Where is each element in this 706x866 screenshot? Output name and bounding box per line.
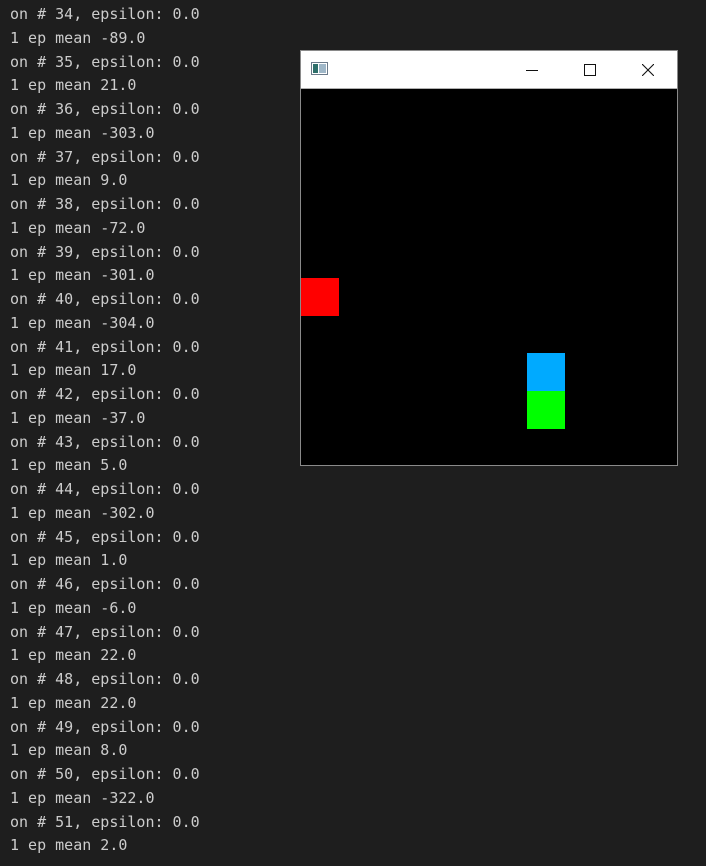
terminal-line: 1 ep mean -303.0 (10, 123, 155, 142)
terminal-line: on # 45, epsilon: 0.0 (10, 527, 200, 546)
minimize-icon (526, 69, 538, 71)
terminal-line: 1 ep mean 22.0 (10, 646, 137, 665)
terminal-line: 1 ep mean -302.0 (10, 503, 155, 522)
close-button[interactable] (619, 51, 677, 88)
terminal-line: 1 ep mean 5.0 (10, 456, 128, 475)
terminal-line: 1 ep mean -301.0 (10, 266, 155, 285)
terminal-line: 1 ep mean 17.0 (10, 361, 137, 380)
window-titlebar[interactable] (301, 51, 677, 89)
maximize-button[interactable] (561, 51, 619, 88)
terminal-line: on # 39, epsilon: 0.0 (10, 242, 200, 261)
minimize-button[interactable] (503, 51, 561, 88)
terminal-line: on # 41, epsilon: 0.0 (10, 337, 200, 356)
terminal-line: on # 46, epsilon: 0.0 (10, 575, 200, 593)
game-canvas[interactable] (301, 89, 677, 465)
terminal-line: 1 ep mean 8.0 (10, 741, 128, 760)
food-block (527, 391, 565, 429)
terminal-line: on # 49, epsilon: 0.0 (10, 717, 200, 736)
terminal-line: on # 34, epsilon: 0.0 (10, 5, 200, 23)
terminal-line: 1 ep mean -322.0 (10, 788, 155, 807)
terminal-line: 1 ep mean 21.0 (10, 76, 137, 95)
terminal-line: on # 35, epsilon: 0.0 (10, 52, 200, 71)
terminal-line: on # 42, epsilon: 0.0 (10, 385, 200, 403)
terminal-line: 1 ep mean 1.0 (10, 551, 128, 570)
terminal-line: on # 50, epsilon: 0.0 (10, 765, 200, 783)
terminal-line: 1 ep mean -6.0 (10, 598, 137, 617)
terminal-line: on # 40, epsilon: 0.0 (10, 290, 200, 308)
terminal-line: on # 51, epsilon: 0.0 (10, 812, 200, 831)
terminal-line: 1 ep mean -89.0 (10, 28, 146, 47)
terminal-line: on # 47, epsilon: 0.0 (10, 622, 200, 641)
terminal-line: on # 48, epsilon: 0.0 (10, 670, 200, 688)
terminal-line: on # 36, epsilon: 0.0 (10, 100, 200, 118)
terminal-line: 1 ep mean -304.0 (10, 313, 155, 332)
terminal-line: 1 ep mean -37.0 (10, 408, 146, 427)
terminal-line: on # 44, epsilon: 0.0 (10, 480, 200, 498)
terminal-line: 1 ep mean -72.0 (10, 218, 146, 237)
game-window[interactable] (300, 50, 678, 466)
terminal-line: on # 43, epsilon: 0.0 (10, 432, 200, 451)
terminal-line: on # 38, epsilon: 0.0 (10, 195, 200, 213)
window-app-icon (311, 62, 328, 75)
enemy-block (301, 278, 339, 316)
player-block (527, 353, 565, 391)
terminal-line: 1 ep mean 22.0 (10, 693, 137, 712)
terminal-line: 1 ep mean 2.0 (10, 836, 128, 855)
terminal-line: 1 ep mean 9.0 (10, 171, 128, 190)
close-icon (642, 63, 654, 76)
maximize-icon (584, 63, 596, 76)
terminal-line: on # 37, epsilon: 0.0 (10, 147, 200, 166)
